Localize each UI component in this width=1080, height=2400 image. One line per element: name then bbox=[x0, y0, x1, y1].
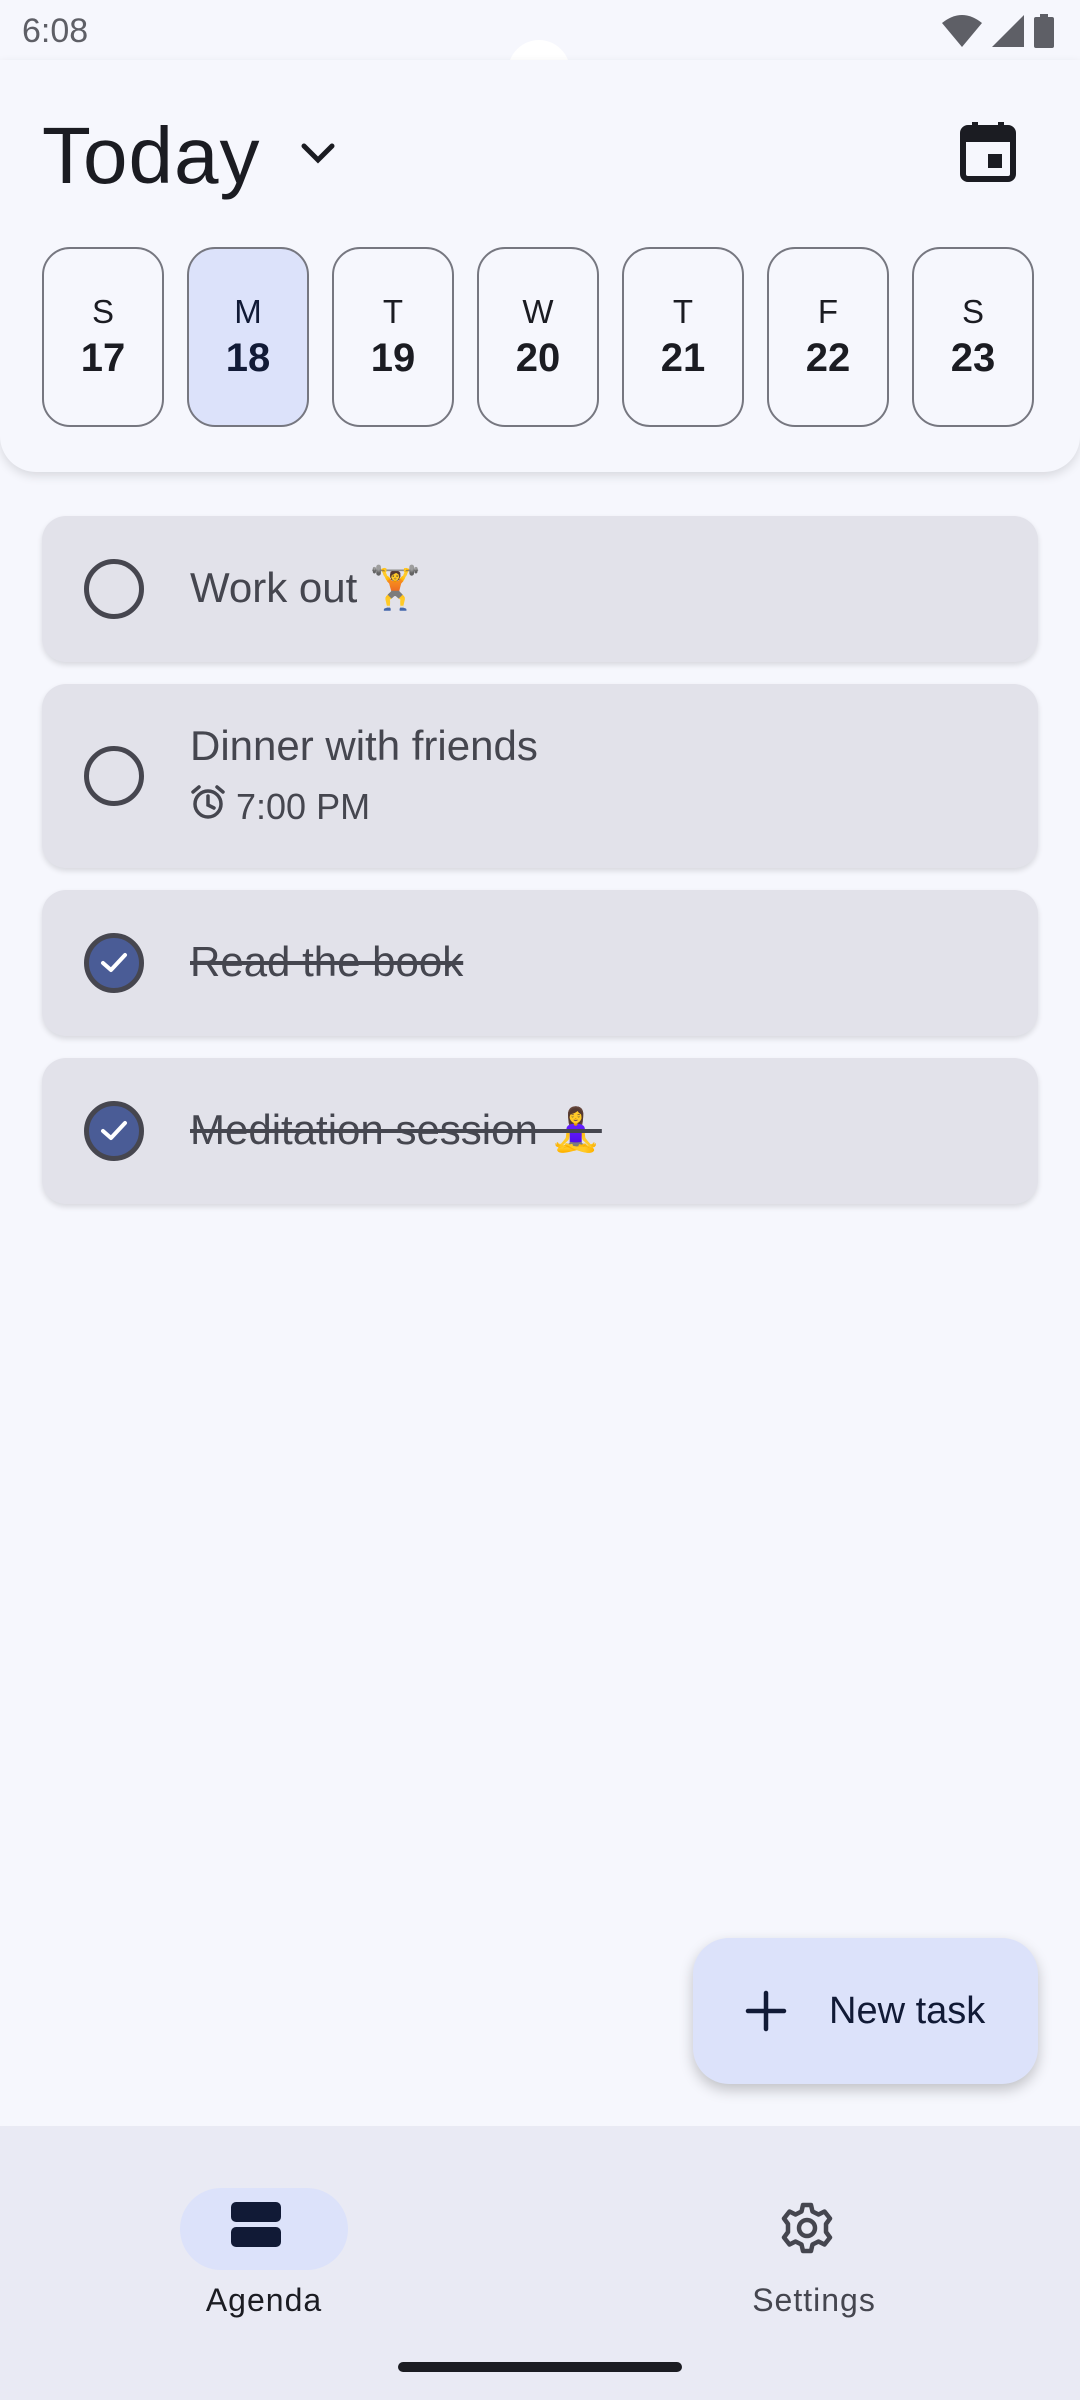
task-item[interactable]: Read the book bbox=[42, 890, 1038, 1036]
header-card: Today S 17 M 18 T 19 W 20 T 21 F 22 S 23 bbox=[0, 60, 1080, 472]
day-number: 20 bbox=[515, 336, 561, 380]
day-cell[interactable]: F 22 bbox=[767, 247, 889, 427]
home-indicator[interactable] bbox=[398, 2362, 682, 2372]
date-selector[interactable]: Today bbox=[42, 110, 336, 202]
day-letter: S bbox=[961, 293, 984, 330]
task-title: Meditation session 🧘‍♀️ bbox=[190, 1106, 602, 1153]
day-number: 18 bbox=[225, 336, 271, 380]
calendar-button[interactable] bbox=[960, 122, 1024, 186]
task-time: 7:00 PM bbox=[236, 785, 371, 827]
day-number: 22 bbox=[805, 336, 851, 380]
day-letter: W bbox=[522, 293, 554, 330]
day-cell[interactable]: S 23 bbox=[912, 247, 1034, 427]
day-number: 23 bbox=[950, 336, 996, 380]
day-cell[interactable]: W 20 bbox=[477, 247, 599, 427]
calendar-icon bbox=[960, 122, 1016, 186]
nav-item-settings[interactable]: Settings bbox=[664, 2156, 964, 2318]
wifi-icon bbox=[942, 15, 982, 52]
nav-label: Settings bbox=[752, 2282, 876, 2318]
bottom-navigation: Agenda Settings bbox=[0, 2126, 1080, 2400]
agenda-icon bbox=[231, 2202, 281, 2253]
battery-icon bbox=[1034, 14, 1054, 53]
day-cell[interactable]: T 21 bbox=[622, 247, 744, 427]
status-time: 6:08 bbox=[22, 12, 89, 50]
nav-item-agenda[interactable]: Agenda bbox=[114, 2156, 414, 2318]
day-number: 19 bbox=[370, 336, 416, 380]
task-checkbox-checked[interactable] bbox=[84, 933, 144, 993]
status-icons bbox=[942, 14, 1054, 53]
day-cell[interactable]: T 19 bbox=[332, 247, 454, 427]
chevron-down-icon[interactable] bbox=[300, 142, 336, 171]
day-letter: M bbox=[234, 293, 262, 330]
plus-icon bbox=[745, 1990, 787, 2037]
gear-icon bbox=[781, 2202, 833, 2259]
task-checkbox[interactable] bbox=[84, 746, 144, 806]
week-day-strip: S 17 M 18 T 19 W 20 T 21 F 22 S 23 bbox=[42, 247, 1034, 427]
day-letter: S bbox=[91, 293, 114, 330]
day-number: 17 bbox=[80, 336, 126, 380]
page-title: Today bbox=[42, 111, 261, 200]
task-list: Work out 🏋️ Dinner with friends 7:00 PM … bbox=[42, 516, 1038, 1226]
day-letter: F bbox=[817, 293, 839, 330]
checkmark-icon bbox=[101, 953, 127, 972]
task-item[interactable]: Dinner with friends 7:00 PM bbox=[42, 684, 1038, 868]
nav-label: Agenda bbox=[205, 2282, 323, 2318]
day-number: 21 bbox=[660, 336, 706, 380]
task-item[interactable]: Meditation session 🧘‍♀️ bbox=[42, 1058, 1038, 1204]
checkmark-icon bbox=[101, 1121, 127, 1140]
new-task-label: New task bbox=[829, 1990, 986, 2032]
day-letter: T bbox=[382, 293, 404, 330]
cellular-signal-icon bbox=[992, 15, 1024, 52]
new-task-button[interactable]: New task bbox=[693, 1938, 1038, 2084]
task-title: Dinner with friends bbox=[190, 722, 538, 769]
task-title: Work out 🏋️ bbox=[190, 564, 422, 611]
day-cell[interactable]: S 17 bbox=[42, 247, 164, 427]
day-letter: T bbox=[672, 293, 694, 330]
task-title: Read the book bbox=[190, 938, 464, 985]
task-checkbox-checked[interactable] bbox=[84, 1101, 144, 1161]
task-item[interactable]: Work out 🏋️ bbox=[42, 516, 1038, 662]
alarm-icon bbox=[190, 784, 226, 829]
day-cell-selected[interactable]: M 18 bbox=[187, 247, 309, 427]
task-checkbox[interactable] bbox=[84, 559, 144, 619]
task-reminder: 7:00 PM bbox=[190, 784, 370, 829]
